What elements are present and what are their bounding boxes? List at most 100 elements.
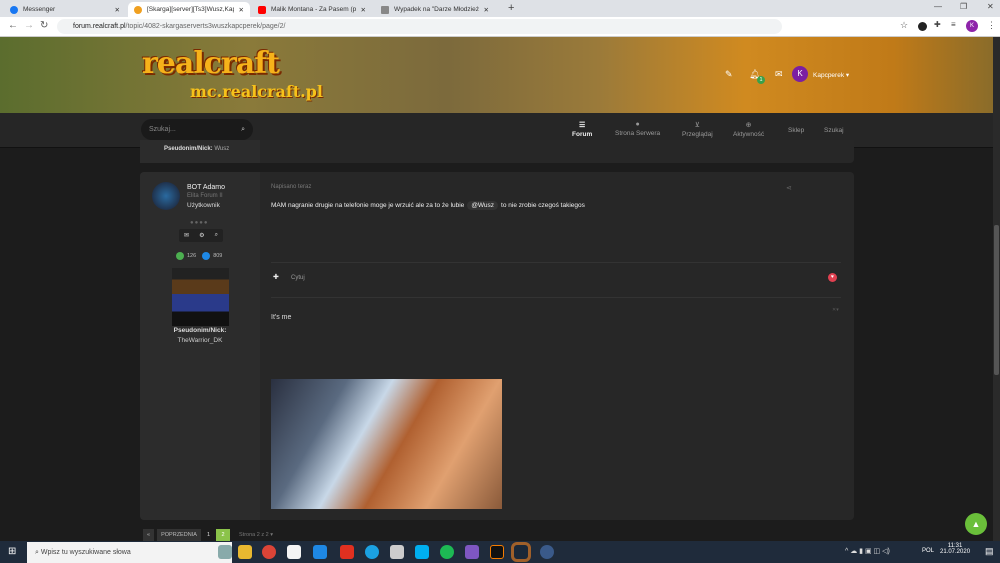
tab-forum[interactable]: [Skarga][server][Ts3]Wusz,Kapcp ✕ <box>128 2 250 17</box>
extensions-puzzle-icon[interactable]: ✚ <box>934 20 941 29</box>
extension-icon[interactable] <box>918 22 927 31</box>
signature-skin-image <box>172 268 229 326</box>
author-name[interactable]: BOT Adamo <box>187 184 225 191</box>
page-1-button[interactable]: 1 <box>203 529 214 541</box>
rank-pips: ●●●● <box>190 220 209 226</box>
nav-label: Przeglądaj <box>682 131 713 138</box>
signature-screenshot-image <box>271 379 502 509</box>
nav-aktywnosc[interactable]: ⊕ Aktywność <box>733 121 764 138</box>
notification-center-icon[interactable]: ▤ <box>985 546 994 557</box>
nav-label: Sklep <box>788 127 805 134</box>
search-posts-icon[interactable]: ⌕ <box>215 232 218 239</box>
tab-title: [Skarga][server][Ts3]Wusz,Kapcp <box>147 6 234 13</box>
username: Kapcperek <box>813 72 845 79</box>
notification-badge: 1 <box>757 76 765 84</box>
media-control-icon[interactable]: ≡ <box>951 20 956 29</box>
search-icon[interactable]: ⌕ <box>241 119 245 140</box>
close-tab-icon[interactable]: ✕ <box>361 6 366 14</box>
forward-button[interactable]: → <box>24 20 34 31</box>
mention-link[interactable]: @Wusz <box>467 201 499 210</box>
task-view-icon[interactable] <box>218 545 232 559</box>
close-tab-icon[interactable]: ✕ <box>239 6 244 14</box>
back-button[interactable]: ← <box>8 20 18 31</box>
restore-button[interactable]: ❐ <box>960 2 967 11</box>
sig-nick: TheWarrior_DK <box>177 337 223 344</box>
forum-icon: ☰ <box>578 122 586 129</box>
file-explorer-icon[interactable] <box>238 545 252 559</box>
user-menu[interactable]: Kapcperek ▾ <box>813 71 849 79</box>
signature-text: It's me <box>271 314 292 321</box>
system-tray-icons[interactable]: ^ ☁ ▮ ▣ ◫ ◁) <box>845 547 890 555</box>
spotify-icon[interactable] <box>440 545 454 559</box>
quote-plus-icon[interactable]: ✚ <box>273 273 279 281</box>
first-page-button[interactable]: « <box>143 529 154 541</box>
settings-icon[interactable]: ⚙ <box>199 232 204 239</box>
share-icon[interactable]: ⋖ <box>786 184 792 192</box>
reload-button[interactable]: ↻ <box>40 20 48 31</box>
create-pencil-icon[interactable]: ✎ <box>725 69 733 80</box>
message-icon[interactable]: ✉ <box>184 232 189 239</box>
forum-favicon <box>134 5 142 14</box>
mail-icon[interactable] <box>313 545 327 559</box>
edge-icon[interactable] <box>365 545 379 559</box>
signature-options-icon[interactable]: ✕▾ <box>832 307 839 313</box>
language-indicator[interactable]: POL <box>922 548 934 554</box>
page-2-button[interactable]: 2 <box>216 529 230 541</box>
taskbar-search[interactable]: ⌕ Wpisz tu wyszukiwane słowa <box>27 542 232 563</box>
close-window-button[interactable]: ✕ <box>987 2 994 11</box>
user-avatar[interactable]: K <box>792 66 808 82</box>
skype-icon[interactable] <box>415 545 429 559</box>
reputation-count: 126 <box>187 253 197 259</box>
profile-avatar[interactable]: K <box>966 20 978 32</box>
clock-date: 21.07.2020 <box>940 549 971 555</box>
app-icon[interactable] <box>390 545 404 559</box>
clock[interactable]: 11:31 21.07.2020 <box>940 543 970 555</box>
windows-start-icon[interactable]: ⊞ <box>8 546 16 557</box>
tab-strip: Messenger ✕ [Skarga][server][Ts3]Wusz,Kap… <box>0 0 1000 17</box>
game-launcher-icon[interactable] <box>490 545 504 559</box>
tab-youtube[interactable]: Malik Montana - Za Pasem (prod ✕ <box>252 2 372 17</box>
post-time[interactable]: Napisano teraz <box>271 184 311 190</box>
page-jump[interactable]: Strona 2 z 2 ▾ <box>239 529 273 541</box>
nav-forum[interactable]: ☰ Forum <box>572 121 592 138</box>
messages-envelope-icon[interactable]: ✉ <box>775 69 783 80</box>
scroll-to-top-button[interactable]: ▲ <box>965 513 987 535</box>
previous-page-button[interactable]: POPRZEDNIA <box>157 529 201 541</box>
store-icon[interactable] <box>287 545 301 559</box>
reputation-icon <box>176 252 184 260</box>
page-icon <box>381 5 389 14</box>
new-tab-button[interactable]: + <box>508 2 514 14</box>
close-tab-icon[interactable]: ✕ <box>484 6 489 14</box>
reaction-heart-icon[interactable]: ♥ <box>828 273 837 282</box>
app-icon-2[interactable] <box>465 545 479 559</box>
author-avatar[interactable] <box>152 182 180 210</box>
bookmark-star-icon[interactable]: ☆ <box>900 20 908 31</box>
nav-szukaj[interactable]: Szukaj <box>824 127 844 134</box>
sig-value: Wusz <box>214 146 230 152</box>
url-input[interactable]: forum.realcraft.pl/topic/4082-skargaserv… <box>57 19 782 34</box>
close-tab-icon[interactable]: ✕ <box>115 6 120 14</box>
chrome-icon[interactable] <box>262 545 276 559</box>
search-placeholder: Szukaj... <box>149 126 176 133</box>
nav-sklep[interactable]: Sklep <box>788 127 804 134</box>
nav-przegladaj[interactable]: ⊻ Przeglądaj <box>682 121 713 138</box>
steam-icon[interactable] <box>511 542 531 562</box>
forum-post: BOT Adamo Elita Forum II Użytkownik ●●●●… <box>140 172 854 520</box>
menu-icon[interactable]: ⋮ <box>987 20 996 31</box>
url-path: /topic/4082-skargaserverts3wuszkapcperek… <box>125 23 286 30</box>
minimize-button[interactable]: — <box>934 2 942 11</box>
search-input[interactable]: Szukaj... ⌕ <box>141 119 253 140</box>
office-icon[interactable] <box>340 545 354 559</box>
tab-messenger[interactable]: Messenger ✕ <box>4 2 126 17</box>
nav-label: Forum <box>572 131 593 138</box>
nav-label: Strona Serwera <box>615 130 661 137</box>
scrollbar-thumb[interactable] <box>994 225 999 375</box>
app-icon-3[interactable] <box>540 545 554 559</box>
site-logo[interactable]: realcraft <box>142 46 280 81</box>
address-bar-row: ← → ↻ forum.realcraft.pl/topic/4082-skar… <box>0 17 1000 37</box>
page-summary: Strona 2 z 2 <box>239 532 269 538</box>
nav-strona-serwera[interactable]: ● Strona Serwera <box>615 121 660 137</box>
tab-article[interactable]: Wypadek na "Darze Młodzieży" . ✕ <box>375 2 495 17</box>
quote-button[interactable]: Cytuj <box>291 275 305 281</box>
author-group: Użytkownik <box>187 202 220 209</box>
